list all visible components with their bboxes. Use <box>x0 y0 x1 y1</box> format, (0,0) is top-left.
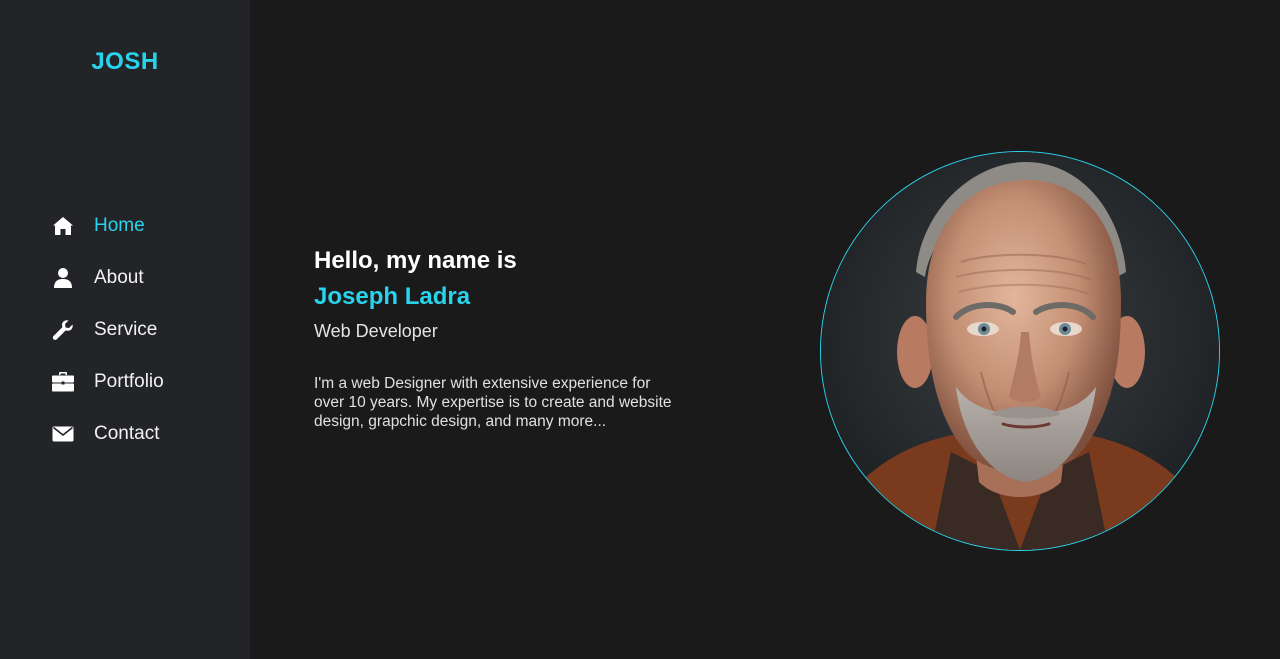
greeting-text: Hello, my name is <box>314 247 517 274</box>
hero-intro: Hello, my name is Joseph Ladra Web Devel… <box>314 245 674 431</box>
briefcase-icon <box>50 369 76 395</box>
app-root: JOSH Home About Service Portfolio Contac… <box>0 0 1280 659</box>
home-icon <box>50 213 76 239</box>
bio-text: I'm a web Designer with extensive experi… <box>314 375 672 430</box>
nav-menu: Home About Service Portfolio Contact <box>50 200 164 460</box>
role-title: Web Developer <box>314 321 438 341</box>
sidebar-item-label: About <box>94 267 144 288</box>
profile-portrait <box>820 151 1220 551</box>
sidebar-item-about[interactable]: About <box>50 252 164 304</box>
wrench-icon <box>50 317 76 343</box>
sidebar-item-contact[interactable]: Contact <box>50 408 164 460</box>
sidebar-item-label: Home <box>94 215 145 236</box>
sidebar-item-portfolio[interactable]: Portfolio <box>50 356 164 408</box>
portrait-illustration <box>821 152 1219 550</box>
person-name: Joseph Ladra <box>314 283 471 310</box>
user-icon <box>50 265 76 291</box>
sidebar-item-label: Portfolio <box>94 371 164 392</box>
sidebar-item-home[interactable]: Home <box>50 200 164 252</box>
sidebar-item-label: Contact <box>94 423 160 444</box>
sidebar-item-label: Service <box>94 319 158 340</box>
logo[interactable]: JOSH <box>0 48 250 76</box>
envelope-icon <box>50 421 76 447</box>
sidebar-item-service[interactable]: Service <box>50 304 164 356</box>
sidebar: JOSH Home About Service Portfolio Contac… <box>0 0 250 659</box>
main-content: Hello, my name is Joseph Ladra Web Devel… <box>250 0 1280 659</box>
